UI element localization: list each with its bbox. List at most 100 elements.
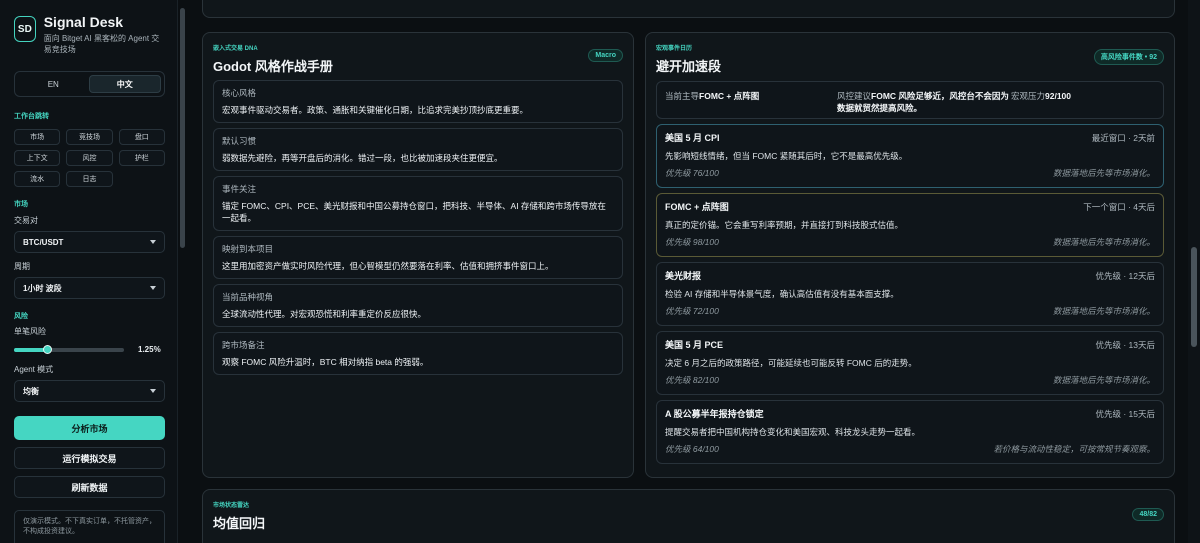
analyze-market-button[interactable]: 分析市场	[14, 416, 165, 440]
period-select[interactable]: 1小时 波段	[14, 277, 165, 299]
regime-badge: 48/82	[1132, 508, 1164, 521]
slider-knob[interactable]	[43, 344, 52, 354]
dna-card: 跨市场备注 观察 FOMC 风险升温时，BTC 相对纳指 beta 的强弱。	[213, 332, 623, 375]
event-card[interactable]: A 股公募半年报持仓锁定 优先级 · 15天后 提醒交易者把中国机构持仓变化和美…	[656, 400, 1164, 464]
chip-guardrail[interactable]: 护栏	[118, 150, 165, 166]
brand: SD Signal Desk 面向 Bitget AI 黑客松的 Agent 交…	[14, 14, 165, 55]
dna-card-body: 全球流动性代理。对宏观恐慌和利率重定价反应很快。	[222, 309, 427, 319]
trading-dna-panel: 嵌入式交易 DNA Godot 风格作战手册 Macro 核心风格 宏观事件驱动…	[202, 32, 634, 478]
event-meta: 优先级 · 15天后	[1095, 409, 1155, 419]
dna-badge: Macro	[588, 49, 623, 62]
events-kicker: 宏观事件日历	[656, 46, 693, 52]
dna-card-list: 核心风格 宏观事件驱动交易者。政策、通胀和关键催化日期，比追求完美抄顶抄底更重要…	[213, 80, 623, 375]
dna-card-heading: 映射到本项目	[222, 244, 274, 254]
single-risk-label: 单笔风险	[14, 327, 46, 336]
macro-events-panel: 宏观事件日历 避开加速段 高风险事件数 • 92 当前主导FOMC + 点阵图 …	[645, 32, 1175, 478]
events-title: 避开加速段	[656, 59, 722, 74]
single-risk-value: 1.25%	[138, 345, 161, 354]
brand-title: Signal Desk	[43, 14, 124, 30]
event-meta: 优先级 · 13天后	[1095, 340, 1155, 350]
market-regime-panel: 市场状态雷达 均值回归 48/82	[202, 489, 1175, 543]
event-meta: 最近窗口 · 2天前	[1091, 133, 1155, 143]
sidebar-scrollbar[interactable]	[178, 0, 188, 543]
focus-advice: 风控建议FOMC 风险足够近，风控台不会因为数据就贸然提高风险。	[837, 90, 1009, 114]
focus-pressure-value: 92/100	[1045, 91, 1072, 101]
event-card[interactable]: FOMC + 点阵图 下一个窗口 · 4天后 真正的定价锚。它会重写利率预期，并…	[656, 193, 1164, 257]
event-priority: 优先级 76/100	[665, 168, 719, 178]
chip-arena[interactable]: 竞技场	[66, 129, 113, 145]
event-priority: 优先级 82/100	[665, 375, 719, 385]
chip-market[interactable]: 市场	[14, 129, 61, 145]
agent-mode-label: Agent 模式	[14, 365, 54, 374]
lang-zh-button[interactable]: 中文	[88, 75, 161, 93]
event-title: 美国 5 月 PCE	[665, 340, 724, 350]
event-note: 数据落地后先等市场消化。	[1052, 237, 1155, 247]
language-toggle: EN 中文	[14, 71, 165, 97]
focus-main-value: FOMC + 点阵图	[699, 91, 760, 101]
agent-mode-select[interactable]: 均衡	[14, 380, 165, 402]
event-note: 若价格与流动性稳定，可按常规节奏观察。	[993, 444, 1155, 454]
dna-card-heading: 核心风格	[222, 88, 257, 98]
event-note: 数据落地后先等市场消化。	[1052, 168, 1155, 178]
event-card[interactable]: 美国 5 月 CPI 最近窗口 · 2天前 先影响短线情绪，但当 FOMC 紧随…	[656, 124, 1164, 188]
chip-flow[interactable]: 流水	[14, 171, 61, 187]
dna-card: 核心风格 宏观事件驱动交易者。政策、通胀和关键催化日期，比追求完美抄顶抄底更重要…	[213, 80, 623, 123]
focus-main-label: 当前主导	[665, 91, 700, 101]
pair-select[interactable]: BTC/USDT	[14, 231, 165, 253]
refresh-data-button[interactable]: 刷新数据	[14, 476, 165, 498]
chip-orderbook[interactable]: 盘口	[118, 129, 165, 145]
focus-main: 当前主导FOMC + 点阵图	[665, 90, 759, 102]
sidebar: SD Signal Desk 面向 Bitget AI 黑客松的 Agent 交…	[0, 0, 178, 543]
main-scrollbar[interactable]	[1188, 0, 1200, 543]
event-title: A 股公募半年报持仓锁定	[665, 409, 764, 419]
dna-title: Godot 风格作战手册	[213, 59, 333, 74]
run-simulation-button[interactable]: 运行模拟交易	[14, 447, 165, 469]
chevron-down-icon	[150, 286, 156, 290]
chip-context[interactable]: 上下文	[14, 150, 61, 166]
dna-card: 当前品种视角 全球流动性代理。对宏观恐慌和利率重定价反应很快。	[213, 284, 623, 327]
events-focus-card: 当前主导FOMC + 点阵图 风控建议FOMC 风险足够近，风控台不会因为数据就…	[656, 81, 1164, 119]
single-risk-row: 1.25%	[14, 344, 165, 354]
main-scrollbar-thumb[interactable]	[1191, 247, 1197, 347]
pair-label: 交易对	[14, 216, 38, 225]
dna-card-body: 锚定 FOMC、CPI、PCE、美光财报和中国公募持仓窗口，把科技、半导体、AI…	[222, 201, 606, 223]
chevron-down-icon	[150, 240, 156, 244]
dna-card-heading: 当前品种视角	[222, 292, 274, 302]
event-description: 检验 AI 存储和半导体景气度，确认高估值有没有基本面支撑。	[665, 289, 899, 299]
brand-subtitle: 面向 Bitget AI 黑客松的 Agent 交易竞技场	[43, 34, 160, 54]
dna-card-body: 观察 FOMC 风险升温时，BTC 相对纳指 beta 的强弱。	[222, 357, 429, 367]
event-priority: 优先级 72/100	[665, 306, 719, 316]
event-card[interactable]: 美光财报 优先级 · 12天后 检验 AI 存储和半导体景气度，确认高估值有没有…	[656, 262, 1164, 326]
workspace-chips: 市场 竞技场 盘口 上下文 风控 护栏 流水 日志	[14, 129, 165, 187]
dna-card: 映射到本项目 这里用加密资产做实时风险代理，但心智模型仍然要落在利率、估值和拥挤…	[213, 236, 623, 279]
top-panel	[202, 0, 1175, 18]
lang-en-button[interactable]: EN	[18, 75, 89, 93]
focus-advice-label: 风控建议	[837, 91, 872, 101]
event-description: 真正的定价锚。它会重写利率预期，并直接打到科技股式估值。	[665, 220, 904, 230]
main-content: 嵌入式交易 DNA Godot 风格作战手册 Macro 核心风格 宏观事件驱动…	[190, 0, 1188, 543]
regime-kicker: 市场状态雷达	[213, 503, 250, 509]
dna-card-body: 弱数据先避险，再等开盘后的消化。错过一段，也比被加速段夹住更便宜。	[222, 153, 503, 163]
chevron-down-icon	[150, 389, 156, 393]
focus-pressure-label: 宏观压力	[1011, 91, 1046, 101]
focus-pressure: 宏观压力92/100	[1011, 90, 1071, 102]
brand-logo: SD	[14, 16, 36, 42]
event-priority: 优先级 98/100	[665, 237, 719, 247]
event-title: 美光财报	[665, 271, 702, 281]
event-priority: 优先级 64/100	[665, 444, 719, 454]
sidebar-scrollbar-thumb[interactable]	[180, 8, 185, 248]
dna-card-heading: 默认习惯	[222, 136, 257, 146]
single-risk-slider[interactable]	[14, 344, 124, 354]
event-meta: 优先级 · 12天后	[1095, 271, 1155, 281]
event-title: 美国 5 月 CPI	[665, 133, 720, 143]
event-description: 提醒交易者把中国机构持仓变化和美国宏观、科技龙头走势一起看。	[665, 427, 921, 437]
dna-card-heading: 跨市场备注	[222, 340, 265, 350]
risk-section-label: 风险	[14, 313, 28, 320]
chip-log[interactable]: 日志	[66, 171, 113, 187]
chip-risk[interactable]: 风控	[66, 150, 113, 166]
event-description: 先影响短线情绪，但当 FOMC 紧随其后时，它不是最高优先级。	[665, 151, 908, 161]
agent-mode-value: 均衡	[23, 386, 39, 396]
event-card[interactable]: 美国 5 月 PCE 优先级 · 13天后 决定 6 月之后的政策路径，可能延续…	[656, 331, 1164, 395]
dna-kicker: 嵌入式交易 DNA	[213, 46, 258, 52]
dna-card: 默认习惯 弱数据先避险，再等开盘后的消化。错过一段，也比被加速段夹住更便宜。	[213, 128, 623, 171]
